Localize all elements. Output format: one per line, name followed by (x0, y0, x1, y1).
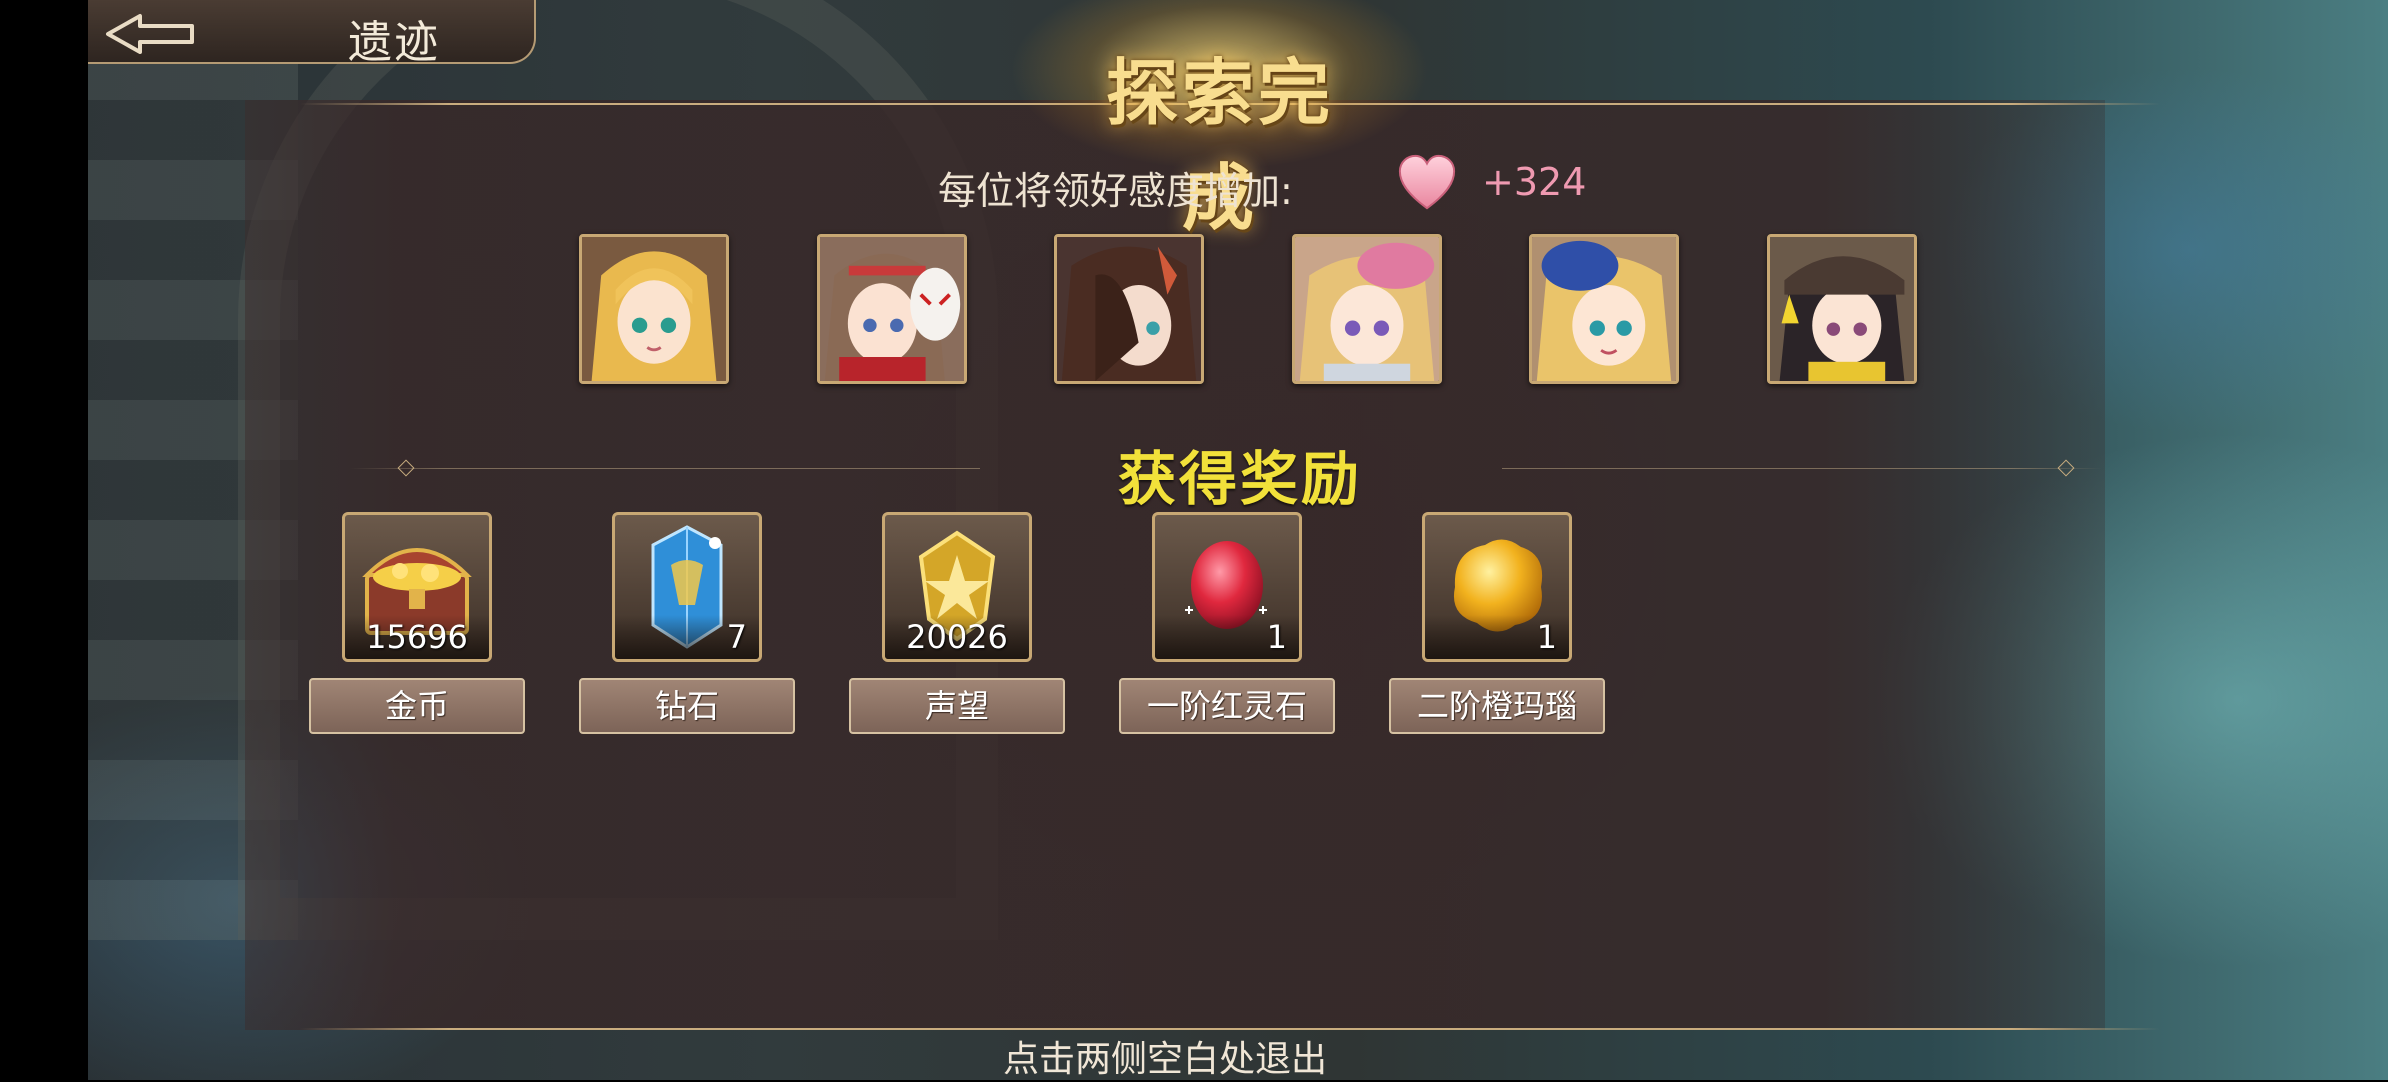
reward-divider-left (350, 468, 980, 469)
exit-hint: 点击两侧空白处退出 (1002, 1039, 1327, 1080)
reward-label-diamond: 钻石 (579, 678, 795, 734)
page-title: 遗迹 (348, 17, 440, 68)
reward-divider-right (1502, 468, 2102, 469)
reward-count: 20026 (885, 615, 1029, 659)
affection-label: 每位将领好感度增加: (938, 169, 1293, 213)
reward-item-red-spirit-stone[interactable]: 1 (1152, 512, 1302, 662)
portrait-blonde-twin-tails (579, 234, 729, 384)
reward-count: 1 (1155, 615, 1299, 659)
portrait-brunette-oni-mask (817, 234, 967, 384)
reward-label-prestige: 声望 (849, 678, 1065, 734)
reward-count: 1 (1425, 615, 1569, 659)
affection-value: +324 (1482, 160, 1587, 204)
reward-count: 15696 (345, 615, 489, 659)
portrait-dark-hair-feather (1054, 234, 1204, 384)
portrait-black-hair-cap (1767, 234, 1917, 384)
portrait-blonde-pink-bonnet (1292, 234, 1442, 384)
reward-item-diamond[interactable]: 7 (612, 512, 762, 662)
reward-count: 7 (615, 615, 759, 659)
reward-label-orange-agate: 二阶橙玛瑙 (1389, 678, 1605, 734)
back-arrow-icon (106, 14, 194, 54)
portrait-blonde-blue-hat (1529, 234, 1679, 384)
reward-item-prestige[interactable]: 20026 (882, 512, 1032, 662)
reward-label-red-spirit-stone: 一阶红灵石 (1119, 678, 1335, 734)
reward-label-gold: 金币 (309, 678, 525, 734)
reward-item-gold[interactable]: 15696 (342, 512, 492, 662)
reward-heading: 获得奖励 (1117, 445, 1362, 513)
heart-icon (1398, 154, 1456, 210)
back-button[interactable] (100, 4, 200, 56)
reward-item-orange-agate[interactable]: 1 (1422, 512, 1572, 662)
